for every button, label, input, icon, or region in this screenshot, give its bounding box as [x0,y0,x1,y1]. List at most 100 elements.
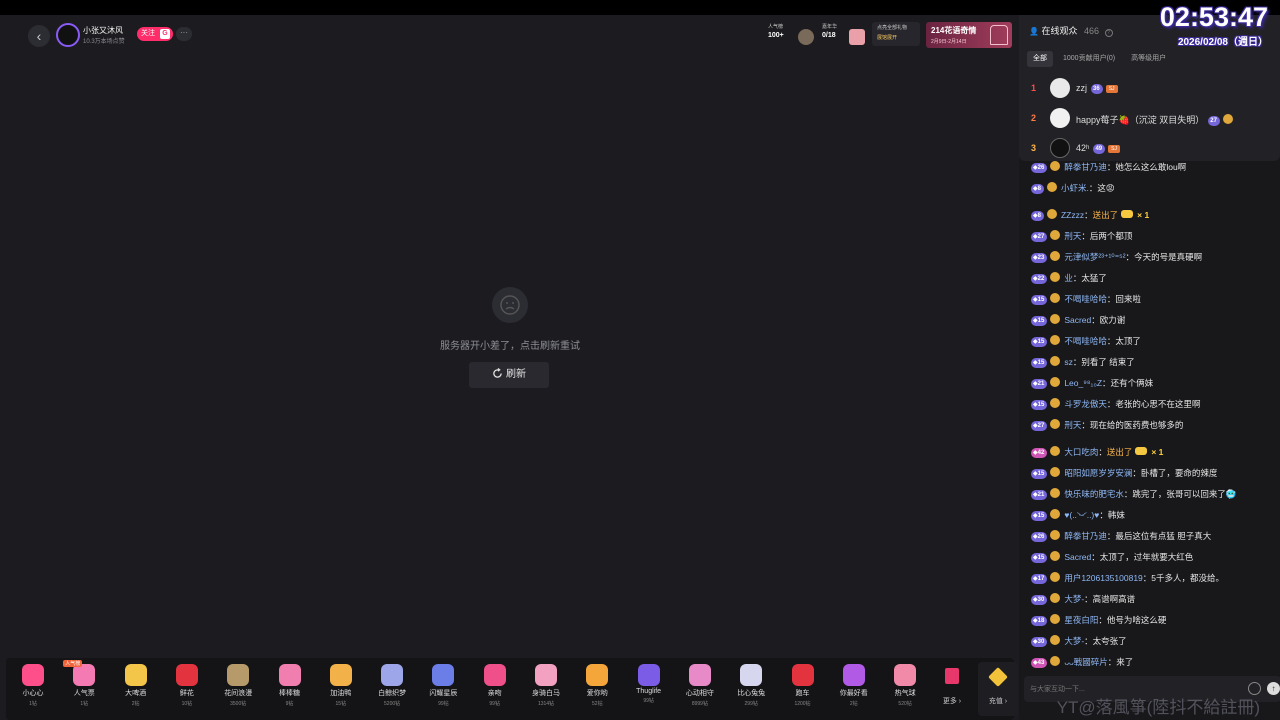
chat-username[interactable]: 斗罗龙傲天 [1064,399,1107,409]
gift-item[interactable]: 热气球 520钻 [880,658,930,720]
chat-username[interactable]: sz [1064,357,1073,367]
recharge-button[interactable]: 充值 › [978,662,1018,716]
gift-icon [22,664,44,686]
chat-username[interactable]: 业 [1064,273,1073,283]
gift-name: 小心心 [22,690,44,697]
heart-badge-icon [1050,377,1061,387]
chat-username[interactable]: Leo_⁹⁸₁₀Z [1064,378,1102,388]
chat-username[interactable]: 大梦- [1064,636,1084,646]
chat-message: ◆21 快乐味的肥宅水：跳完了，张哥可以回来了🥶 [1031,488,1237,500]
chat-username[interactable]: 快乐味的肥宅水 [1064,489,1124,499]
people-icon: 👤 [1029,27,1039,36]
gift-item[interactable]: 你最好看 2钻 [829,658,879,720]
audience-name: zzj 36 SJ [1076,83,1118,94]
audience-row[interactable]: 1 zzj 36 SJ [1019,77,1280,101]
chat-username[interactable]: ♥(..◝ᵕ◜..)♥ [1064,510,1099,520]
anchor-name[interactable]: 小张又沐风 [83,25,123,36]
gift-price: 520钻 [898,701,912,707]
chat-username[interactable]: 星夜白阳 [1064,615,1098,625]
chat-text: 欧力谢 [1099,315,1126,325]
gift-bar: 小心心 1钻 人气票 1钻 人气榜 大啤酒 2钻 鲜花 10钻 花间浪漫 3500钻 棒棒糖 9钻 加油鸭… [6,658,1018,720]
gift-name: 跑车 [795,690,810,697]
popularity-label: 人气榜 [768,24,784,30]
gift-icon [432,664,455,686]
audience-row[interactable]: 2 happy莓子🍓（沉淀 双目失明） 27 [1019,107,1280,131]
chat-text: 高谱啊高谱 [1092,594,1136,604]
gift-item[interactable]: 亲吻 99钻 [470,658,520,720]
chat-username[interactable]: 元津似梦²³⁺¹⁰⁼⁵² [1064,252,1125,262]
level-badge: ◆30 [1031,595,1048,605]
recharge-label: 充值 [988,698,1003,705]
gift-name: 花间浪漫 [224,690,253,697]
chat-username[interactable]: 刑天 [1064,420,1081,430]
level-badge: ◆22 [1031,274,1048,284]
arrow-up-icon[interactable]: ↑ [1267,682,1280,695]
chat-username[interactable]: 醉拳甘乃迪 [1064,531,1107,541]
audience-rank: 2 [1031,113,1037,123]
refresh-button[interactable]: 刷新 [469,362,549,388]
gift-item[interactable]: 爱你哟 52钻 [572,658,622,720]
gift-item[interactable]: Thuglife 99钻 [624,658,674,720]
chat-username[interactable]: 大梦- [1064,594,1084,604]
chat-username[interactable]: 不喝哇哈哈 [1064,336,1107,346]
gift-item[interactable]: 闪耀星辰 99钻 [418,658,468,720]
level-badge: ◆42 [1031,448,1048,458]
chat-text: 太顶了，过年就要大红色 [1099,552,1194,562]
more-gifts-button[interactable]: 更多 › [932,662,972,716]
chat-username[interactable]: 小虾米. [1061,183,1089,193]
heart-badge-icon [1050,635,1061,645]
back-button[interactable]: ‹ [28,25,50,47]
chat-username[interactable]: 昭阳如愿岁岁安澜 [1064,468,1132,478]
audience-tab[interactable]: 1000贡献用户(0) [1057,51,1121,67]
gift-item[interactable]: 心动相守 8999钻 [675,658,725,720]
chat-username[interactable]: ᴗᴗ戰國碎片 [1064,657,1107,667]
gift-item[interactable]: 白鲸织梦 5200钻 [367,658,417,720]
chat-username[interactable]: 刑天 [1064,231,1081,241]
audience-tab[interactable]: 全部 [1027,51,1053,67]
chat-username[interactable]: 醉拳甘乃迪 [1064,162,1107,172]
gift-icon [586,664,609,686]
chat-text: 还有个俩妹 [1110,378,1154,388]
chat-username[interactable]: ZZzzz [1061,210,1084,220]
chat-message: ◆30 大梦-：高谱啊高谱 [1031,593,1136,605]
event-banner[interactable]: 214花语奇情 2月9日-2月14日 [926,22,1012,48]
diamond-icon [988,667,1008,687]
gift-price: 99钻 [643,698,654,704]
chat-username[interactable]: 不喝哇哈哈 [1064,294,1107,304]
gift-price: 8999钻 [691,701,708,707]
audience-tab[interactable]: 高等级用户 [1125,51,1172,67]
gift-name: 白鲸织梦 [378,690,407,697]
chat-text: 老张的心思不在这里啊 [1115,399,1201,409]
gift-item[interactable]: 棒棒糖 9钻 [265,658,315,720]
chat-text: 现在给的医药费也够多的 [1089,420,1184,430]
more-button[interactable]: ··· [176,27,192,41]
gift-item[interactable]: 大啤酒 2钻 [111,658,161,720]
gift-box-icon [990,25,1008,45]
audience-row[interactable]: 3 42ʰ 49 SJ [1019,137,1280,161]
level-number: 15 [1037,471,1045,477]
gift-item[interactable]: 加油鸭 15钻 [316,658,366,720]
heart-badge-icon [1050,230,1061,240]
gift-item[interactable]: 鲜花 10钻 [162,658,212,720]
chat-username[interactable]: Sacred [1064,552,1091,562]
gift-hall-entry[interactable]: 点亮全部礼物 展馆展开 [872,22,920,46]
follow-button[interactable]: 关注 G [137,27,173,41]
gift-item[interactable]: 花间浪漫 3500钻 [213,658,263,720]
question-icon[interactable]: ? [1104,29,1113,37]
avatar [1050,108,1070,128]
gift-item[interactable]: 身骑白马 1314钻 [521,658,571,720]
carnival-progress[interactable]: 嘉年华 0/18 [822,23,865,51]
gift-item[interactable]: 人气票 1钻 人气榜 [59,658,109,720]
gift-item[interactable]: 小心心 1钻 [8,658,58,720]
chat-username[interactable]: 大口吃肉 [1064,447,1098,457]
chat-username[interactable]: 用户1206135100819 [1064,573,1142,583]
gift-item[interactable]: 跑车 1200钻 [778,658,828,720]
gift-item[interactable]: 比心兔兔 299钻 [726,658,776,720]
anchor-avatar[interactable] [56,23,80,47]
gift-name: 加油鸭 [330,690,352,697]
gift-name: 比心兔兔 [737,690,766,697]
chat-username[interactable]: Sacred [1064,315,1091,325]
level-badge: ◆30 [1031,637,1048,647]
popularity-rank[interactable]: 人气榜 100+ [768,23,814,51]
level-badge: ◆23 [1031,253,1048,263]
